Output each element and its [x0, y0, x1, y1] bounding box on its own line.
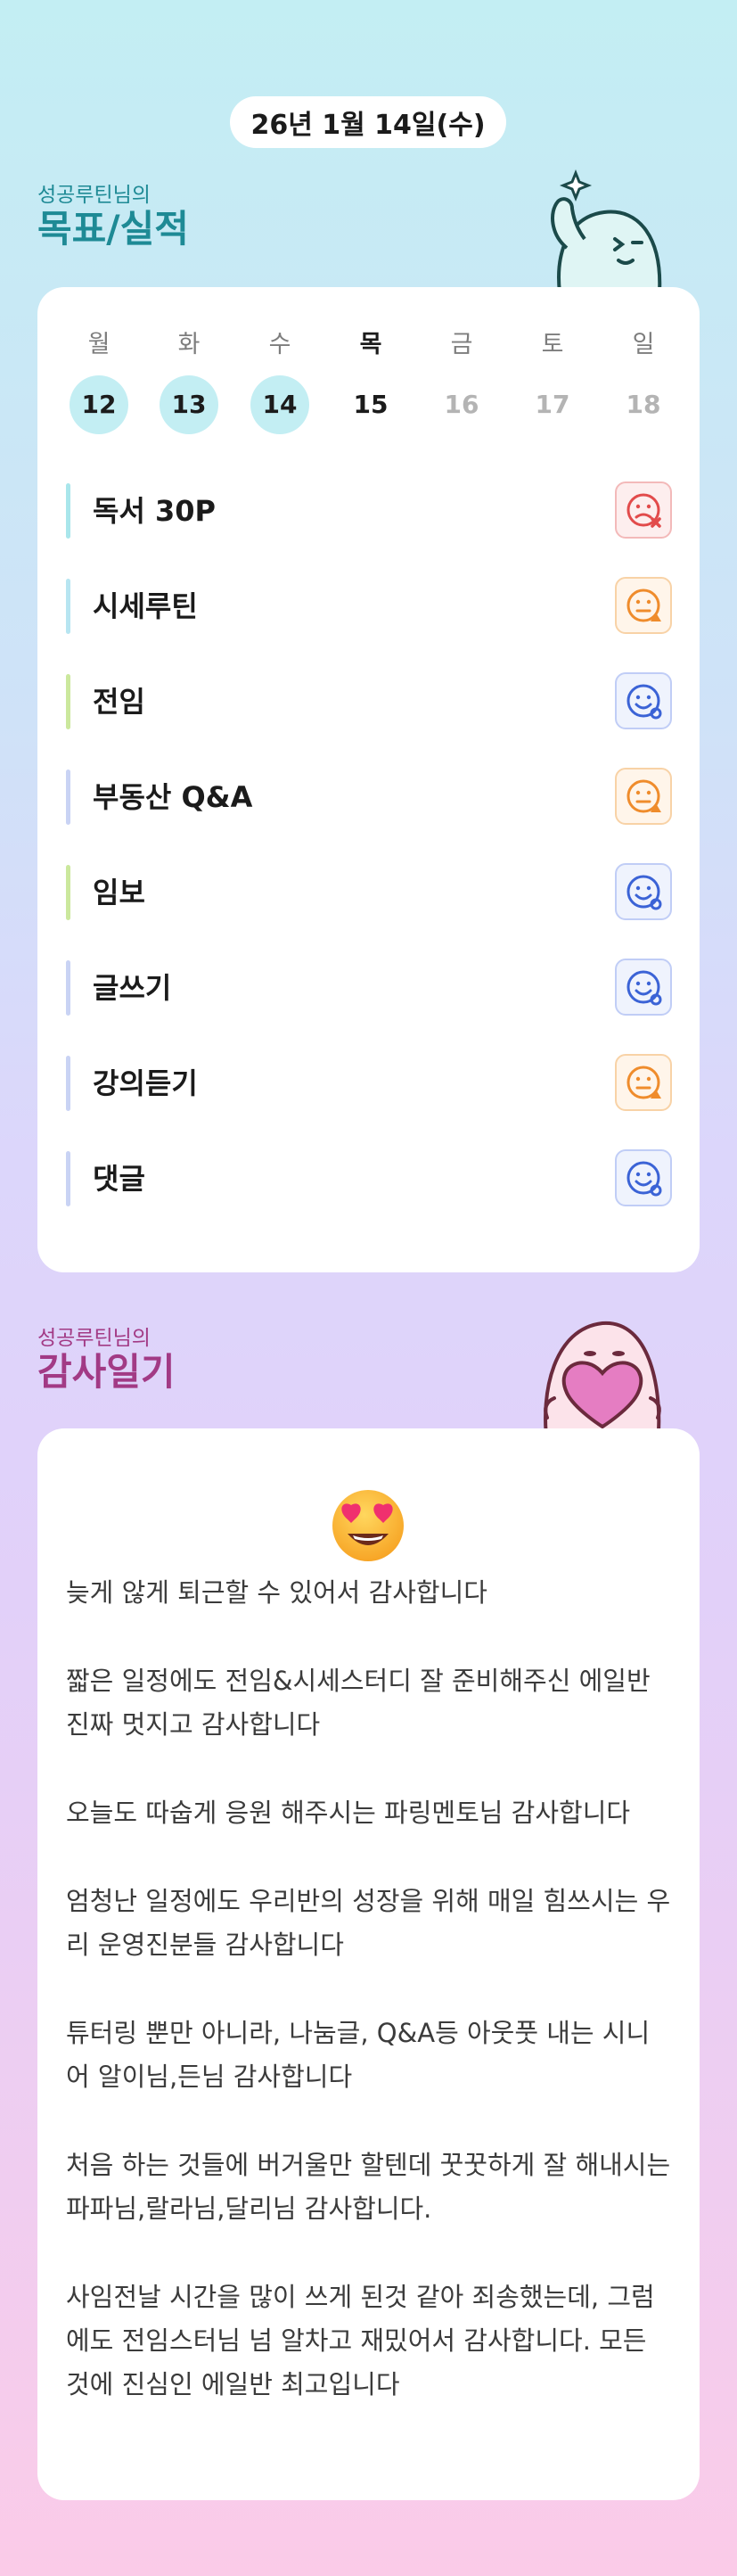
- date-label: 26년 1월 14일(수): [250, 110, 486, 141]
- mascot-heart-icon: [544, 1321, 661, 1444]
- mascot-waving-icon: [551, 169, 662, 292]
- goal-label: 강의듣기: [93, 1066, 198, 1100]
- goals-section-heading: 목표/실적: [37, 207, 189, 251]
- gratitude-entry: 처음 하는 것들에 버거울만 할텐데 꿋꿋하게 잘 해내시는 파파님,랄라님,달…: [66, 2150, 671, 2224]
- gratitude-section-title: 성공루틴님의 감사일기: [37, 1326, 176, 1394]
- goal-color-bar: [66, 483, 70, 539]
- goals-card: 월 12 화 13 수 14 목 15 금 16 토 17 일 18 독서 30P 시세루틴 …: [37, 287, 700, 1272]
- week-day[interactable]: 토 17: [521, 327, 584, 434]
- week-day[interactable]: 일 18: [612, 327, 675, 434]
- week-day-name: 토: [541, 331, 564, 358]
- week-day-number: 12: [70, 375, 128, 434]
- week-day-number: 15: [353, 390, 389, 419]
- gratitude-entry: 늦게 않게 퇴근할 수 있어서 감사합니다: [66, 1577, 487, 1608]
- week-strip: 월 12 화 13 수 14 목 15 금 16 토 17 일 18: [68, 327, 674, 434]
- goal-row[interactable]: 독서 30P: [66, 480, 672, 542]
- week-day-name: 금: [450, 331, 473, 358]
- smile-face-circle-icon: [626, 970, 662, 1006]
- goal-status-badge[interactable]: [615, 481, 672, 539]
- goal-color-bar: [66, 865, 70, 920]
- neutral-face-triangle-icon: [626, 779, 661, 813]
- goal-row[interactable]: 임보: [66, 861, 672, 924]
- goal-label: 부동산 Q&A: [93, 780, 253, 814]
- goal-row[interactable]: 부동산 Q&A: [66, 766, 672, 828]
- goal-color-bar: [66, 579, 70, 634]
- week-day[interactable]: 수 14: [249, 327, 311, 434]
- goal-color-bar: [66, 674, 70, 729]
- goal-status-badge[interactable]: [615, 863, 672, 920]
- gratitude-card: 늦게 않게 퇴근할 수 있어서 감사합니다 짧은 일정에도 전임&시세스터디 잘…: [37, 1428, 700, 2500]
- goal-row[interactable]: 시세루틴: [66, 575, 672, 638]
- gratitude-entry-list: 늦게 않게 퇴근할 수 있어서 감사합니다 짧은 일정에도 전임&시세스터디 잘…: [66, 1571, 672, 2451]
- goal-row[interactable]: 글쓰기: [66, 957, 672, 1019]
- gratitude-entry: 사임전날 시간을 많이 쓰게 된것 같아 죄송했는데, 그럼에도 전임스터님 넘…: [66, 2282, 655, 2399]
- gratitude-entry: 오늘도 따숩게 응원 해주시는 파링멘토님 감사합니다: [66, 1798, 631, 1828]
- goal-label: 임보: [93, 876, 145, 909]
- goal-status-badge[interactable]: [615, 959, 672, 1016]
- week-day-name: 월: [87, 331, 111, 358]
- goal-color-bar: [66, 770, 70, 825]
- week-day-name: 일: [632, 331, 655, 358]
- neutral-face-triangle-icon: [626, 588, 661, 622]
- date-pill[interactable]: 26년 1월 14일(수): [230, 96, 506, 148]
- goal-status-badge[interactable]: [615, 768, 672, 825]
- neutral-face-triangle-icon: [626, 1066, 661, 1099]
- goals-section-subtitle: 성공루틴님의: [37, 184, 151, 207]
- heart-eyes-emoji-icon: [332, 1490, 404, 1561]
- gratitude-entry: 튜터링 뿐만 아니라, 나눔글, Q&A등 아웃풋 내는 시니어 알이님,든님 …: [66, 2018, 651, 2092]
- smile-face-circle-icon: [626, 875, 662, 910]
- goal-color-bar: [66, 1056, 70, 1111]
- goals-section-title: 성공루틴님의 목표/실적: [37, 183, 189, 251]
- goal-status-badge[interactable]: [615, 1149, 672, 1206]
- goal-label: 전임: [93, 685, 145, 719]
- week-day-number: 17: [535, 390, 570, 419]
- goal-row[interactable]: 댓글: [66, 1148, 672, 1210]
- week-day-number: 18: [626, 390, 661, 419]
- goal-row[interactable]: 강의듣기: [66, 1052, 672, 1115]
- week-day[interactable]: 금 16: [430, 327, 493, 434]
- goal-label: 독서 30P: [93, 494, 217, 528]
- week-day[interactable]: 화 13: [158, 327, 220, 434]
- goal-color-bar: [66, 1151, 70, 1206]
- gratitude-section-subtitle: 성공루틴님의: [37, 1327, 151, 1350]
- goal-label: 댓글: [93, 1162, 145, 1196]
- goal-color-bar: [66, 960, 70, 1016]
- goal-status-badge[interactable]: [615, 672, 672, 729]
- smile-face-circle-icon: [626, 1161, 662, 1197]
- gratitude-entry: 짧은 일정에도 전임&시세스터디 잘 준비해주신 에일반 진짜 멋지고 감사합니…: [66, 1666, 651, 1740]
- week-day-number: 14: [250, 375, 309, 434]
- sad-face-x-icon: [626, 493, 661, 528]
- week-day-name: 수: [268, 331, 291, 358]
- smile-face-circle-icon: [626, 684, 662, 720]
- goal-label: 시세루틴: [93, 589, 198, 623]
- week-day-number: 13: [160, 375, 218, 434]
- goal-status-badge[interactable]: [615, 577, 672, 634]
- week-day-name: 화: [177, 331, 201, 358]
- goal-label: 글쓰기: [93, 971, 172, 1005]
- week-day[interactable]: 목 15: [340, 327, 402, 434]
- goal-row[interactable]: 전임: [66, 671, 672, 733]
- week-day-number: 16: [444, 390, 479, 419]
- gratitude-section-heading: 감사일기: [37, 1350, 176, 1394]
- week-day-name: 목: [359, 331, 382, 358]
- goal-status-badge[interactable]: [615, 1054, 672, 1111]
- week-day[interactable]: 월 12: [68, 327, 130, 434]
- gratitude-entry: 엄청난 일정에도 우리반의 성장을 위해 매일 힘쓰시는 우리 운영진분들 감사…: [66, 1886, 671, 1960]
